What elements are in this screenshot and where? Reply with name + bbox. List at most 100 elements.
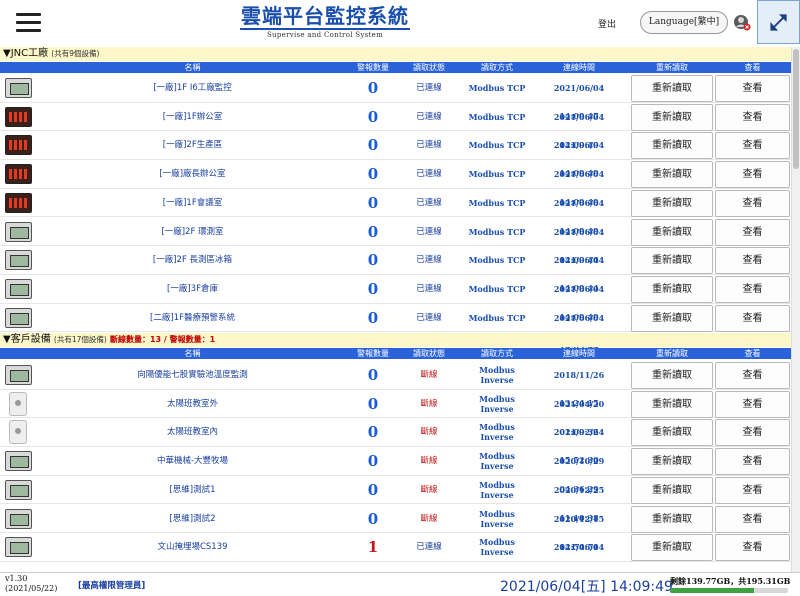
section-jnc-factory[interactable]: ▼JNC工廠 (共有9個設備) — [0, 47, 791, 61]
device-thumbnail-cell[interactable] — [3, 218, 33, 246]
reload-button[interactable]: 重新讀取 — [631, 390, 713, 418]
device-image[interactable] — [9, 391, 27, 416]
reload-button[interactable]: 重新讀取 — [631, 362, 713, 389]
device-name-link[interactable]: 中華機械-大豐牧場 — [40, 447, 345, 475]
view-cell: 查看 — [715, 505, 790, 533]
reload-button[interactable]: 重新讀取 — [631, 304, 713, 332]
language-button[interactable]: Language[繁中] — [640, 11, 728, 34]
device-image[interactable] — [4, 135, 32, 156]
device-image[interactable] — [4, 221, 32, 242]
device-name-link[interactable]: 太陽班教室外 — [40, 390, 345, 418]
reload-button[interactable]: 重新讀取 — [631, 218, 713, 246]
device-name-link[interactable]: [一廠]1F I6工廠監控 — [40, 74, 345, 102]
device-image[interactable] — [4, 479, 32, 500]
reload-button[interactable]: 重新讀取 — [631, 75, 713, 102]
device-image[interactable] — [4, 508, 32, 529]
device-image[interactable] — [4, 164, 32, 185]
reload-button[interactable]: 重新讀取 — [631, 189, 713, 217]
view-button[interactable]: 查看 — [715, 218, 790, 246]
device-thumbnail-cell[interactable] — [3, 160, 33, 188]
device-name-link[interactable]: [一廠]2F 長測區冰箱 — [40, 246, 345, 274]
device-name-link[interactable]: [思維]測試2 — [40, 505, 345, 533]
device-name-link[interactable]: 文山掩埋場CS139 — [40, 533, 345, 561]
reload-button[interactable]: 重新讀取 — [631, 505, 713, 533]
view-button[interactable]: 查看 — [715, 505, 790, 533]
device-thumbnail-cell[interactable] — [3, 418, 33, 446]
reload-button[interactable]: 重新讀取 — [631, 476, 713, 504]
device-thumbnail-cell[interactable] — [3, 275, 33, 303]
device-image[interactable] — [4, 250, 32, 271]
device-thumbnail-cell[interactable] — [3, 390, 33, 418]
device-image[interactable] — [4, 537, 32, 558]
device-name-link[interactable]: [一廠]2F生產區 — [40, 131, 345, 159]
view-button[interactable]: 查看 — [715, 304, 790, 332]
view-button[interactable]: 查看 — [715, 419, 790, 447]
menu-icon[interactable] — [16, 13, 41, 33]
device-thumbnail-cell[interactable] — [3, 304, 33, 332]
reload-button[interactable]: 重新讀取 — [631, 534, 713, 562]
view-button[interactable]: 查看 — [715, 476, 790, 504]
device-name-link[interactable]: [思維]測試1 — [40, 476, 345, 504]
device-thumbnail-cell[interactable] — [3, 533, 33, 561]
reload-button[interactable]: 重新讀取 — [631, 448, 713, 476]
logout-link[interactable]: 登出 — [598, 17, 616, 30]
device-name-link[interactable]: [一廠]廠長辦公室 — [40, 160, 345, 188]
reload-cell: 重新讀取 — [631, 218, 713, 246]
device-thumbnail-cell[interactable] — [3, 246, 33, 274]
reload-button[interactable]: 重新讀取 — [631, 103, 713, 131]
view-button[interactable]: 查看 — [715, 448, 790, 476]
connection-status: 斷線 — [420, 398, 438, 409]
user-role-link[interactable]: [最高權限管理員] — [78, 579, 145, 591]
read-method: Modbus TCP — [468, 226, 526, 237]
device-image[interactable] — [4, 451, 32, 472]
device-image[interactable] — [4, 307, 32, 328]
view-cell: 查看 — [715, 304, 790, 332]
scrollbar-thumb[interactable] — [793, 49, 799, 169]
device-name-link[interactable]: 向陽優能七股實驗池溫度監測 — [40, 361, 345, 389]
device-thumbnail-cell[interactable] — [3, 476, 33, 504]
reload-button[interactable]: 重新讀取 — [631, 247, 713, 275]
device-thumbnail-cell[interactable] — [3, 447, 33, 475]
view-button[interactable]: 查看 — [715, 103, 790, 131]
view-button[interactable]: 查看 — [715, 75, 790, 102]
view-button[interactable]: 查看 — [715, 132, 790, 160]
device-thumbnail-cell[interactable] — [3, 131, 33, 159]
device-thumbnail-cell[interactable] — [3, 189, 33, 217]
device-name-link[interactable]: [一廠]1F會議室 — [40, 189, 345, 217]
view-button[interactable]: 查看 — [715, 362, 790, 389]
device-image[interactable] — [4, 192, 32, 213]
view-button[interactable]: 查看 — [715, 247, 790, 275]
device-image[interactable] — [4, 78, 32, 98]
section-customer-devices[interactable]: ▼客戶設備 (共有17個設備) 斷線數量：13 / 警報數量：1 — [0, 333, 791, 347]
device-thumbnail-cell[interactable] — [3, 103, 33, 131]
read-method-line2: Inverse — [480, 461, 514, 472]
device-thumbnail-cell[interactable] — [3, 74, 33, 102]
reload-button[interactable]: 重新讀取 — [631, 419, 713, 447]
view-button[interactable]: 查看 — [715, 534, 790, 562]
view-button[interactable]: 查看 — [715, 161, 790, 189]
section-device-count: (共有9個設備) — [51, 49, 100, 58]
alarm-count: 0 — [367, 107, 379, 126]
device-name-link[interactable]: 太陽班教室內 — [40, 418, 345, 446]
device-image[interactable] — [4, 278, 32, 299]
view-button[interactable]: 查看 — [715, 189, 790, 217]
device-image[interactable] — [4, 106, 32, 127]
device-thumbnail-cell[interactable] — [3, 361, 33, 389]
reload-cell: 重新讀取 — [631, 447, 713, 476]
reload-button[interactable]: 重新讀取 — [631, 132, 713, 160]
user-avatar-icon[interactable] — [733, 13, 751, 31]
device-image[interactable] — [9, 420, 27, 445]
device-name-link[interactable]: [二廠]1F醫療預警系統 — [40, 304, 345, 332]
connection-status: 已連線 — [416, 255, 442, 266]
device-name-link[interactable]: [一廠]2F 環測室 — [40, 218, 345, 246]
reload-button[interactable]: 重新讀取 — [631, 275, 713, 303]
fullscreen-toggle-icon[interactable] — [757, 0, 800, 44]
reload-button[interactable]: 重新讀取 — [631, 161, 713, 189]
device-name-link[interactable]: [一廠]3F倉庫 — [40, 275, 345, 303]
page-scrollbar[interactable] — [791, 47, 800, 572]
device-thumbnail-cell[interactable] — [3, 505, 33, 533]
device-image[interactable] — [4, 365, 32, 385]
view-button[interactable]: 查看 — [715, 390, 790, 418]
device-name-link[interactable]: [一廠]1F辦公室 — [40, 103, 345, 131]
view-button[interactable]: 查看 — [715, 275, 790, 303]
